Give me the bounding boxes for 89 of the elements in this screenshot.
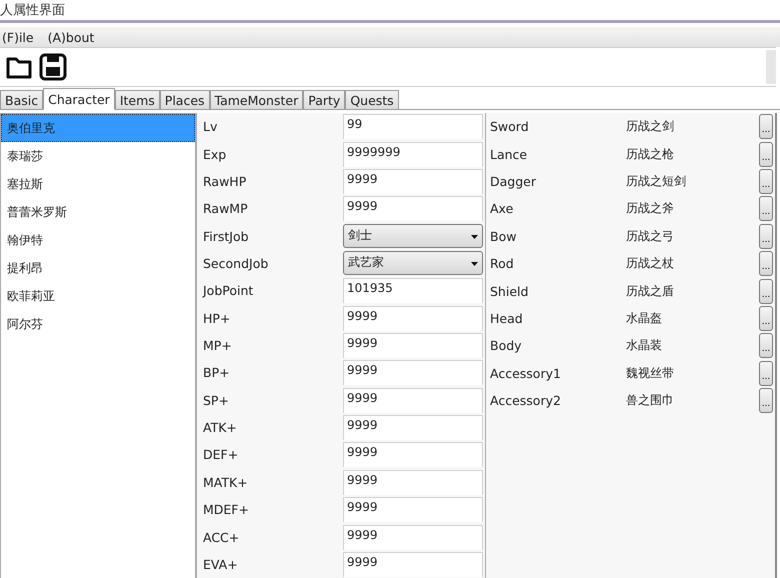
menu-item[interactable]: (F)ile	[2, 30, 34, 44]
stat-field[interactable]: 9999	[343, 333, 483, 358]
stat-field[interactable]: 9999	[343, 388, 483, 413]
tab[interactable]: Items	[114, 90, 160, 109]
tab[interactable]: Party	[303, 90, 346, 109]
stat-label: EVA+	[202, 556, 239, 572]
browse-button[interactable]: ...	[759, 251, 773, 276]
tab[interactable]: Basic	[0, 90, 44, 109]
save-button[interactable]	[38, 52, 68, 82]
stat-label: JobPoint	[201, 283, 254, 298]
slot-label: Body	[489, 338, 523, 354]
stat-label: RawMP	[202, 201, 249, 216]
stat-label: Lv	[202, 119, 218, 134]
item-name: 历战之枪	[626, 146, 675, 163]
item-name: 历战之杖	[626, 255, 675, 272]
stat-label: FirstJob	[202, 228, 250, 244]
item-name: 魏视丝带	[626, 364, 675, 382]
tab[interactable]: TameMonster	[210, 90, 304, 109]
stat-field[interactable]: 9999	[343, 524, 483, 550]
toolbar-grip[interactable]	[766, 50, 776, 84]
caret-icon	[471, 235, 478, 240]
stat-label: Exp	[202, 146, 228, 162]
browse-button[interactable]: ...	[759, 278, 773, 304]
browse-button[interactable]: ...	[759, 388, 773, 414]
stat-label: MATK+	[202, 474, 249, 490]
stat-field[interactable]: 9999	[343, 442, 483, 468]
tab[interactable]: Character	[43, 88, 115, 110]
browse-button[interactable]: ...	[759, 142, 773, 167]
menu-item[interactable]: (A)bout	[48, 30, 94, 44]
character-item[interactable]: 阿尔芬	[1, 310, 195, 338]
tab[interactable]: Quests	[345, 90, 399, 109]
browse-button[interactable]: ...	[759, 360, 773, 386]
slot-label: Lance	[489, 146, 528, 162]
slot-label: Shield	[489, 284, 530, 299]
stat-field[interactable]: 99	[343, 114, 483, 140]
job-dropdown[interactable]: 武艺家	[343, 251, 483, 276]
caret-icon	[471, 262, 478, 266]
item-name: 兽之围巾	[626, 392, 675, 410]
slot-label: Accessory1	[489, 366, 562, 381]
stat-field[interactable]: 9999	[343, 168, 483, 194]
stat-field[interactable]: 9999	[343, 552, 483, 577]
item-name: 水晶装	[626, 337, 663, 354]
stat-field[interactable]: 9999	[343, 470, 483, 495]
stat-label: ATK+	[202, 420, 238, 436]
character-item[interactable]: 奥伯里克	[1, 114, 195, 142]
item-name: 历战之盾	[626, 282, 675, 300]
slot-label: Axe	[489, 201, 514, 216]
stat-label: SecondJob	[202, 256, 270, 271]
browse-button[interactable]: ...	[759, 333, 773, 358]
stat-field[interactable]: 9999	[343, 306, 483, 331]
browse-button[interactable]: ...	[759, 114, 773, 140]
stat-field[interactable]: 9999	[343, 360, 483, 386]
character-item[interactable]: 泰瑞莎	[1, 142, 195, 170]
slot-label: Accessory2	[489, 393, 562, 408]
stat-label: RawHP	[202, 174, 248, 189]
character-item[interactable]: 普蕾米罗斯	[1, 198, 195, 226]
job-dropdown[interactable]: 剑士	[343, 224, 483, 248]
item-name: 历战之斧	[626, 200, 675, 218]
stat-field[interactable]: 9999	[343, 196, 483, 222]
stat-label: HP+	[202, 310, 232, 326]
character-item[interactable]: 提利昂	[1, 254, 195, 282]
slot-label: Bow	[489, 228, 518, 244]
stat-label: SP+	[202, 392, 230, 408]
stat-label: ACC+	[202, 530, 240, 545]
item-name: 历战之弓	[626, 228, 675, 245]
tab[interactable]: Places	[160, 90, 210, 109]
character-item[interactable]: 翰伊特	[1, 226, 195, 254]
browse-button[interactable]: ...	[759, 168, 773, 194]
window-title: 人属性界面	[0, 2, 65, 19]
browse-button[interactable]: ...	[759, 224, 773, 249]
stat-field[interactable]: 101935	[343, 278, 483, 304]
item-name: 历战之短剑	[626, 172, 687, 190]
stat-label: BP+	[202, 365, 231, 380]
browse-button[interactable]: ...	[759, 196, 773, 222]
item-name: 水晶盔	[626, 310, 663, 327]
stat-label: MDEF+	[202, 502, 250, 518]
stat-field[interactable]: 9999	[343, 415, 483, 440]
character-item[interactable]: 欧菲莉亚	[1, 282, 195, 310]
item-name: 历战之剑	[626, 118, 675, 136]
stat-field[interactable]: 9999999	[343, 142, 483, 167]
stat-label: DEF+	[202, 447, 240, 462]
stat-field[interactable]: 9999	[343, 497, 483, 522]
slot-label: Rod	[489, 256, 515, 272]
slot-label: Sword	[489, 119, 530, 134]
slot-label: Head	[489, 310, 524, 326]
browse-button[interactable]: ...	[759, 306, 773, 331]
stat-label: MP+	[202, 338, 233, 354]
character-item[interactable]: 塞拉斯	[1, 170, 195, 198]
slot-label: Dagger	[489, 174, 537, 189]
